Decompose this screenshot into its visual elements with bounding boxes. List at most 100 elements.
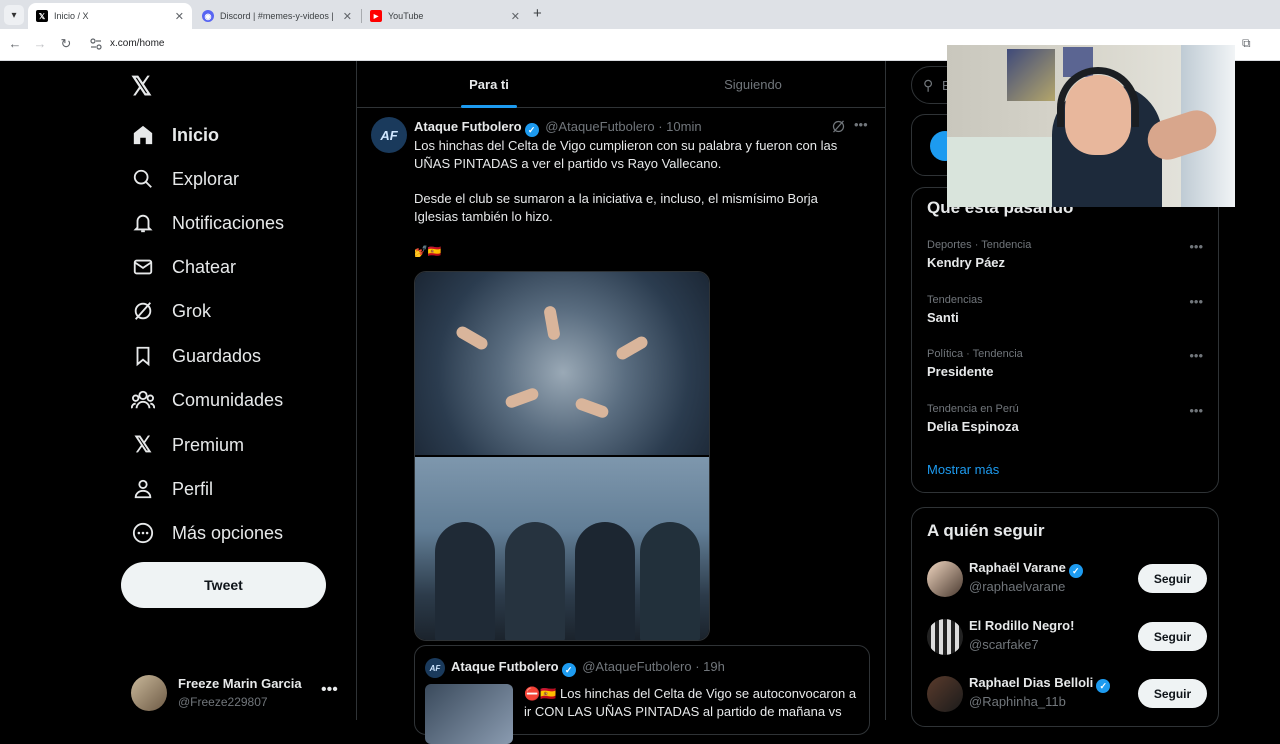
more-horizontal-icon[interactable]: •••	[1189, 348, 1203, 363]
suggestion-name: El Rodillo Negro!	[969, 618, 1075, 633]
quoted-post[interactable]: AF Ataque Futbolero ✓ @AtaqueFutbolero · …	[414, 645, 870, 744]
nav-item-chat[interactable]: Chatear	[131, 252, 236, 282]
tab-title: YouTube	[388, 11, 424, 21]
trend-name: Santi	[927, 310, 959, 325]
trend-item[interactable]: Tendencia en Perú Delia Espinoza •••	[927, 403, 1207, 443]
more-horizontal-icon[interactable]: •••	[1189, 294, 1203, 309]
account-name: Freeze Marin Garcia	[178, 676, 302, 691]
post-author-handle[interactable]: @AtaqueFutbolero	[545, 119, 654, 134]
post-body: Los hinchas del Celta de Vigo cumplieron…	[414, 137, 864, 261]
nav-item-home[interactable]: Inicio	[131, 120, 219, 150]
suggestion-name: Raphaël Varane	[969, 560, 1066, 575]
more-horizontal-icon[interactable]: •••	[1189, 239, 1203, 254]
more-horizontal-icon[interactable]: •••	[321, 681, 338, 699]
more-horizontal-icon[interactable]: •••	[1189, 403, 1203, 418]
tab-for-you[interactable]: Para ti	[357, 61, 621, 108]
follow-button[interactable]: Seguir	[1138, 622, 1207, 651]
suggestion-name-row: Raphaël Varane ✓	[969, 560, 1086, 578]
browser-tab-bar: ▾ 𝕏 Inicio / X ✕ ◉ Discord | #memes-y-vi…	[0, 0, 1280, 29]
close-icon[interactable]: ✕	[175, 10, 184, 23]
tab-active-indicator	[461, 105, 517, 108]
show-more-link[interactable]: Mostrar más	[927, 462, 999, 477]
nav-label: Comunidades	[172, 389, 284, 410]
tab-following[interactable]: Siguiendo	[621, 61, 885, 108]
nav-label: Notificaciones	[172, 212, 285, 233]
post-image[interactable]	[415, 457, 709, 640]
post-time[interactable]: 10min	[666, 119, 701, 134]
nav-label: Perfil	[172, 478, 214, 499]
close-icon[interactable]: ✕	[511, 10, 520, 23]
site-settings-icon[interactable]	[90, 38, 102, 50]
post-author-name[interactable]: Ataque Futbolero	[414, 119, 522, 134]
tab-title: Discord | #memes-y-videos | El	[220, 11, 337, 21]
grok-icon[interactable]	[831, 119, 846, 137]
extensions-icon[interactable]: ⧉	[1242, 36, 1251, 51]
browser-tab-discord[interactable]: ◉ Discord | #memes-y-videos | El ✕	[194, 3, 360, 29]
post-author-avatar[interactable]: AF	[371, 117, 407, 153]
quote-body: ⛔🇪🇸 Los hinchas del Celta de Vigo se aut…	[524, 686, 857, 719]
forward-icon[interactable]: →	[31, 36, 49, 51]
dot-separator: ·	[695, 659, 700, 674]
nav-item-notifications[interactable]: Notificaciones	[131, 208, 284, 238]
post-media[interactable]	[414, 271, 710, 641]
trend-item[interactable]: Tendencias Santi •••	[927, 294, 1207, 334]
nav-label: Chatear	[172, 256, 237, 277]
suggestion-handle: @Raphinha_11b	[969, 694, 1066, 709]
trend-context: Política · Tendencia	[927, 348, 1023, 360]
nav-item-profile[interactable]: Perfil	[131, 474, 213, 504]
account-handle: @Freeze229807	[178, 695, 268, 709]
back-icon[interactable]: ←	[6, 36, 24, 51]
bookmark-icon	[131, 344, 155, 368]
tab-list-dropdown[interactable]: ▾	[4, 5, 24, 25]
post-paragraph: Desde el club se sumaron a la iniciativa…	[414, 191, 818, 224]
webcam-overlay	[947, 45, 1235, 207]
post-paragraph: Los hinchas del Celta de Vigo cumplieron…	[414, 138, 838, 171]
x-favicon-icon: 𝕏	[36, 10, 48, 22]
account-switcher[interactable]: Freeze Marin Garcia @Freeze229807 •••	[131, 673, 346, 713]
browser-tab-x[interactable]: 𝕏 Inicio / X ✕	[28, 3, 192, 29]
x-logo-icon[interactable]: 𝕏	[131, 73, 157, 99]
quote-header: Ataque Futbolero ✓ @AtaqueFutbolero · 19h	[451, 659, 725, 677]
follow-suggestion[interactable]: El Rodillo Negro! @scarfake7 Seguir	[927, 615, 1207, 659]
more-horizontal-icon[interactable]: •••	[854, 117, 868, 132]
post-image[interactable]	[415, 272, 709, 455]
image-detail	[543, 305, 561, 341]
post-header: Ataque Futbolero ✓ @AtaqueFutbolero · 10m…	[414, 119, 874, 137]
follow-suggestion[interactable]: Raphaël Varane ✓ @raphaelvarane Seguir	[927, 557, 1207, 601]
nav-item-grok[interactable]: Grok	[131, 296, 211, 326]
nav-label: Grok	[172, 300, 212, 321]
feed-tabs: Para ti Siguiendo	[357, 61, 886, 108]
trend-item[interactable]: Deportes · Tendencia Kendry Páez •••	[927, 239, 1207, 279]
webcam-poster	[1007, 49, 1055, 101]
follow-button[interactable]: Seguir	[1138, 564, 1207, 593]
search-icon	[131, 167, 155, 191]
dot-separator: ·	[658, 119, 663, 134]
nav-item-bookmarks[interactable]: Guardados	[131, 341, 261, 371]
follow-button[interactable]: Seguir	[1138, 679, 1207, 708]
trend-item[interactable]: Política · Tendencia Presidente •••	[927, 348, 1207, 388]
nav-label: Premium	[172, 434, 245, 455]
tweet-button[interactable]: Tweet	[121, 562, 326, 608]
avatar	[927, 676, 963, 712]
trends-panel: Qué está pasando Deportes · Tendencia Ke…	[911, 187, 1219, 493]
close-icon[interactable]: ✕	[343, 10, 352, 23]
nav-label: Más opciones	[172, 522, 284, 543]
nav-item-explore[interactable]: Explorar	[131, 164, 239, 194]
quote-time: 19h	[703, 659, 725, 674]
trend-context: Deportes · Tendencia	[927, 239, 1032, 251]
tab-label: Para ti	[469, 77, 509, 92]
new-tab-button[interactable]: +	[533, 5, 542, 22]
reload-icon[interactable]: ↻	[57, 36, 75, 52]
who-to-follow-panel: A quién seguir Raphaël Varane ✓ @raphaelv…	[911, 507, 1219, 727]
address-bar[interactable]: x.com/home	[110, 38, 164, 49]
mail-icon	[131, 255, 155, 279]
nav-item-more[interactable]: Más opciones	[131, 518, 283, 548]
browser-tab-youtube[interactable]: ▶ YouTube ✕	[362, 3, 528, 29]
nav-item-premium[interactable]: 𝕏 Premium	[131, 430, 244, 460]
avatar	[927, 619, 963, 655]
tab-label: Siguiendo	[724, 77, 782, 92]
nav-item-communities[interactable]: Comunidades	[131, 385, 283, 415]
bell-icon	[131, 211, 155, 235]
follow-suggestion[interactable]: Raphael Dias Belloli ✓ @Raphinha_11b Segu…	[927, 672, 1207, 716]
verified-badge-icon: ✓	[561, 663, 576, 677]
